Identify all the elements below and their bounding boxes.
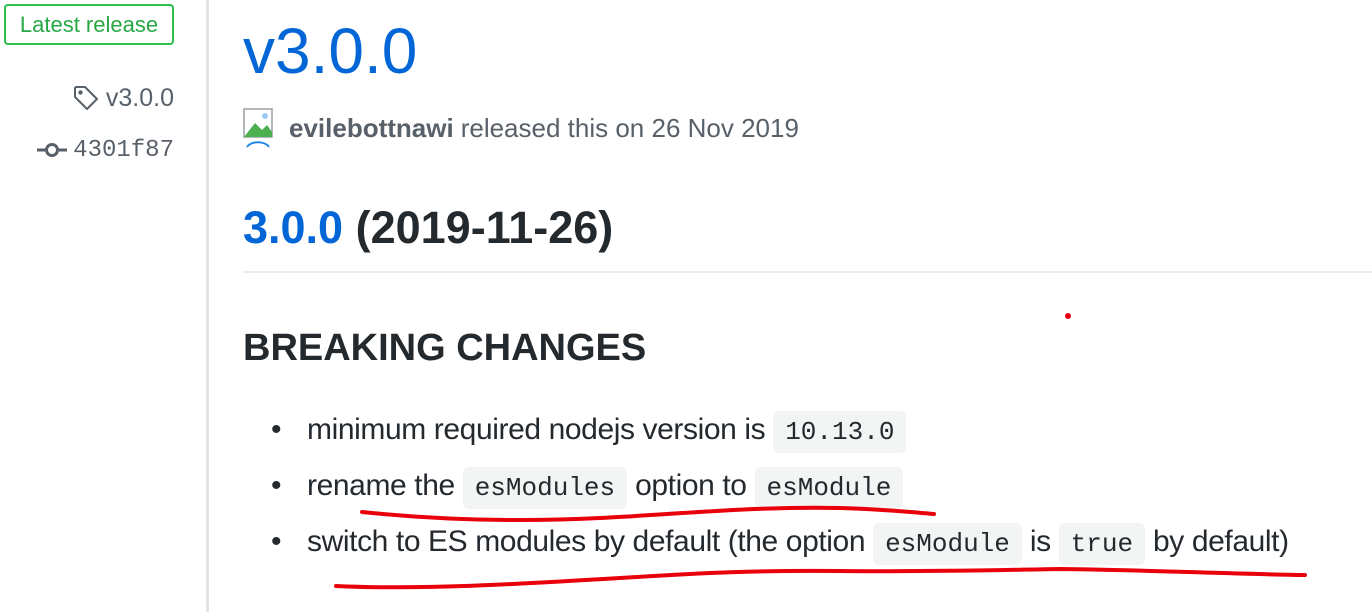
release-title-link[interactable]: v3.0.0 bbox=[243, 6, 417, 96]
inline-code: esModule bbox=[873, 523, 1022, 565]
list-item: • rename the esModules option to esModul… bbox=[243, 458, 1289, 514]
broken-avatar-icon[interactable] bbox=[243, 108, 275, 148]
bullet: • bbox=[271, 525, 282, 558]
breaking-changes-heading: BREAKING CHANGES bbox=[243, 327, 647, 369]
item-text: minimum required nodejs version is bbox=[307, 413, 766, 446]
inline-code: esModule bbox=[754, 467, 904, 509]
inline-code: 10.13.0 bbox=[773, 411, 907, 453]
commit-link[interactable]: 4301f87 bbox=[37, 134, 174, 166]
heading-divider bbox=[243, 271, 1372, 273]
red-dot-annotation bbox=[1065, 313, 1071, 319]
release-meta: evilebottnawi released this on 26 Nov 20… bbox=[243, 106, 799, 150]
version-link[interactable]: 3.0.0 bbox=[243, 202, 343, 253]
bullet: • bbox=[271, 413, 282, 446]
version-heading: 3.0.0 (2019-11-26) bbox=[243, 198, 613, 258]
tag-link[interactable]: v3.0.0 bbox=[72, 82, 174, 114]
red-underline-annotation bbox=[334, 566, 1307, 590]
bullet: • bbox=[271, 469, 282, 502]
release-sidebar: Latest release v3.0.0 4301f87 bbox=[0, 0, 206, 612]
list-item: • minimum required nodejs version is 10.… bbox=[243, 402, 1289, 458]
inline-code: esModules bbox=[462, 467, 628, 509]
tag-icon bbox=[73, 86, 98, 110]
author-link[interactable]: evilebottnawi bbox=[289, 113, 454, 144]
list-item: • switch to ES modules by default (the o… bbox=[243, 514, 1289, 570]
tag-label: v3.0.0 bbox=[105, 83, 174, 112]
sidebar-divider bbox=[206, 0, 209, 612]
version-date: (2019-11-26) bbox=[355, 202, 614, 253]
item-text: option to bbox=[635, 469, 747, 502]
item-text: rename the bbox=[307, 469, 455, 502]
inline-code: true bbox=[1058, 523, 1146, 565]
commit-sha: 4301f87 bbox=[73, 136, 174, 164]
item-text: by default) bbox=[1153, 525, 1289, 558]
latest-release-badge: Latest release bbox=[4, 4, 174, 45]
changes-list: • minimum required nodejs version is 10.… bbox=[243, 402, 1289, 570]
commit-icon bbox=[37, 143, 68, 157]
item-text: switch to ES modules by default (the opt… bbox=[307, 525, 866, 558]
release-date-text: released this on 26 Nov 2019 bbox=[460, 112, 799, 143]
item-text: is bbox=[1029, 525, 1051, 558]
